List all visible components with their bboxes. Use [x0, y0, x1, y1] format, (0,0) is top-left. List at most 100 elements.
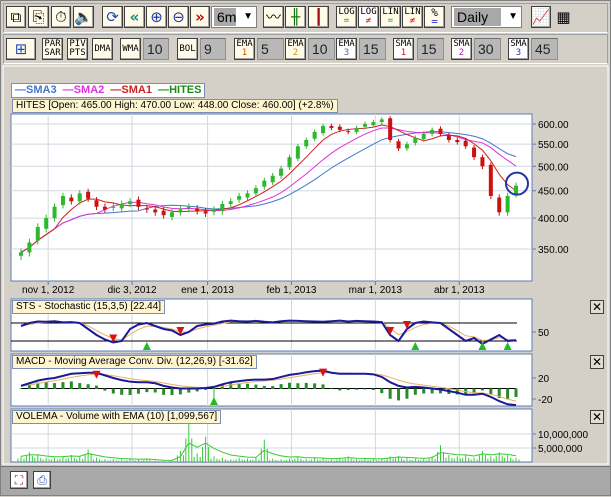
print-icon[interactable]: ⎙ — [33, 471, 51, 489]
candle-body — [514, 185, 518, 195]
y-tick-label: 5,000,000 — [538, 444, 583, 455]
histogram-bar — [455, 388, 459, 395]
histogram-bar — [195, 388, 199, 392]
close-volume-icon[interactable]: ✕ — [590, 410, 604, 424]
candle-body — [287, 157, 292, 168]
candle-body — [321, 125, 326, 134]
sound-icon[interactable]: 🔈 — [73, 6, 94, 28]
period-select[interactable]: 6m ▼ — [211, 6, 257, 28]
histogram-bar — [19, 388, 23, 389]
refresh-icon[interactable]: ⟳ — [102, 6, 123, 28]
candlestick-chart-icon[interactable]: ┃ — [308, 6, 329, 28]
candle-body — [446, 135, 451, 141]
button-sub: 1 — [400, 48, 407, 58]
histogram-bar — [346, 388, 350, 390]
color-palette-icon[interactable]: ▦ — [553, 6, 574, 28]
sma1-period-input[interactable]: 15 — [417, 38, 444, 60]
histogram-bar — [61, 382, 65, 389]
candle-body — [421, 133, 426, 140]
y-tick-label: 350.00 — [538, 245, 569, 256]
chart-settings-icon[interactable]: 📈 — [531, 6, 551, 28]
histogram-bar — [355, 388, 359, 390]
price-panel: 600.00 550.00 500.00 450.00 400.00 350.00 nov … — [10, 113, 569, 296]
ema3-period-input[interactable]: 15 — [359, 38, 386, 60]
sma2-button[interactable]: SMA 2 — [451, 38, 472, 60]
close-macd-icon[interactable]: ✕ — [590, 355, 604, 369]
candle-body — [480, 157, 485, 167]
fast-forward-icon[interactable]: » — [190, 6, 210, 28]
wma-button[interactable]: WMA — [120, 38, 141, 60]
price-info-label: HITES [Open: 465.00 High: 470.00 Low: 44… — [12, 99, 338, 113]
timer-icon[interactable]: ⏱ — [51, 6, 71, 28]
bol-period-input[interactable]: 9 — [200, 38, 226, 60]
line-chart-icon[interactable]: 〰 — [263, 6, 284, 28]
histogram-bar — [338, 388, 342, 391]
y-tick-label: 400.00 — [538, 214, 569, 225]
log-equal-button[interactable]: LOG = — [336, 6, 357, 28]
candle-body — [413, 137, 418, 143]
candle-body — [178, 209, 183, 213]
ema2-period-input[interactable]: 10 — [308, 38, 335, 60]
histogram-bar — [136, 388, 140, 394]
histogram-bar — [380, 388, 384, 394]
sma2-period-input[interactable]: 30 — [474, 38, 501, 60]
histogram-bar — [27, 385, 31, 389]
ema3-button[interactable]: EMA 3 — [336, 38, 357, 60]
bollinger-button[interactable]: BOL — [177, 38, 198, 60]
candle-body — [94, 200, 99, 207]
legend-sma2: —SMA2 — [59, 84, 105, 96]
candle-body — [279, 168, 284, 176]
macd-label: MACD - Moving Average Conv. Div. (12,26,… — [12, 355, 257, 369]
close-stochastic-icon[interactable]: ✕ — [590, 300, 604, 314]
detach-icon[interactable]: ⎘ — [28, 6, 49, 28]
new-window-icon[interactable]: ⧉ — [6, 6, 26, 28]
lin-not-equal-button[interactable]: LIN ≠ — [402, 6, 423, 28]
button-label: WMA — [122, 43, 139, 54]
interval-select[interactable]: Daily ▼ — [451, 6, 522, 28]
sma1-button[interactable]: SMA 1 — [393, 38, 414, 60]
wma-period-input[interactable]: 10 — [143, 38, 169, 60]
fullscreen-icon[interactable]: ⛶ — [10, 471, 28, 489]
sma3-period-input[interactable]: 45 — [531, 38, 558, 60]
ema1-period-input[interactable]: 5 — [257, 38, 284, 60]
rewind-icon[interactable]: « — [124, 6, 145, 28]
histogram-bar — [220, 384, 224, 389]
chevron-down-icon: ▼ — [243, 11, 253, 22]
dma-button[interactable]: DMA — [92, 38, 113, 60]
sell-signal-marker — [386, 327, 395, 335]
chevron-down-icon: ▼ — [508, 11, 518, 22]
add-indicator-icon[interactable]: ⊞ — [6, 38, 36, 60]
pivot-points-button[interactable]: PIV PTS — [67, 38, 88, 60]
candle-body — [170, 212, 175, 217]
candle-body — [329, 125, 334, 128]
candle-body — [102, 206, 107, 210]
candle-body — [52, 206, 57, 219]
histogram-bar — [472, 388, 476, 394]
candle-body — [44, 218, 49, 229]
histogram-bar — [321, 384, 325, 389]
histogram-bar — [371, 388, 375, 390]
par-sar-button[interactable]: PAR SAR — [42, 38, 63, 60]
percent-button[interactable]: % = — [424, 6, 445, 28]
bar-chart-icon[interactable]: ╫ — [285, 6, 306, 28]
histogram-bar — [95, 385, 99, 389]
zoom-out-icon[interactable]: ⊖ — [168, 6, 189, 28]
button-sub: 3 — [515, 48, 522, 58]
candle-body — [362, 124, 367, 127]
log-not-equal-button[interactable]: LOG ≠ — [358, 6, 379, 28]
ema2-button[interactable]: EMA 2 — [285, 38, 306, 60]
histogram-bar — [506, 388, 510, 400]
candle-body — [304, 140, 309, 147]
lin-equal-button[interactable]: LIN = — [380, 6, 401, 28]
y-tick-label: 50 — [538, 328, 550, 339]
histogram-bar — [262, 385, 266, 389]
legend-sma3: —SMA3 — [15, 84, 57, 96]
sma3-button[interactable]: SMA 3 — [508, 38, 529, 60]
candle-body — [119, 204, 124, 209]
ema1-button[interactable]: EMA 1 — [234, 38, 255, 60]
zoom-in-icon[interactable]: ⊕ — [146, 6, 167, 28]
histogram-bar — [422, 388, 426, 394]
histogram-bar — [329, 388, 333, 390]
candle-body — [60, 195, 65, 206]
histogram-bar — [287, 382, 291, 389]
